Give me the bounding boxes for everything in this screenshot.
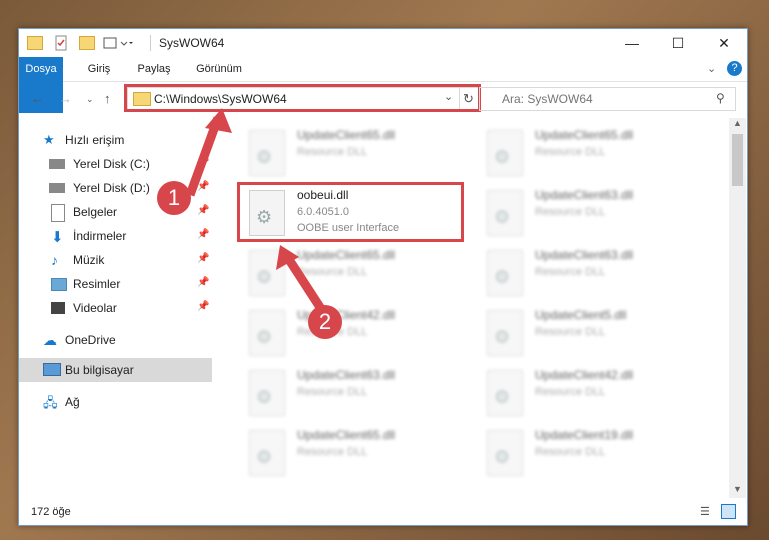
- step-badge-1: 1: [157, 181, 191, 215]
- step-badge-2: 2: [308, 305, 342, 339]
- annotation-arrows: [185, 108, 329, 318]
- arrow-1-head: [205, 108, 232, 133]
